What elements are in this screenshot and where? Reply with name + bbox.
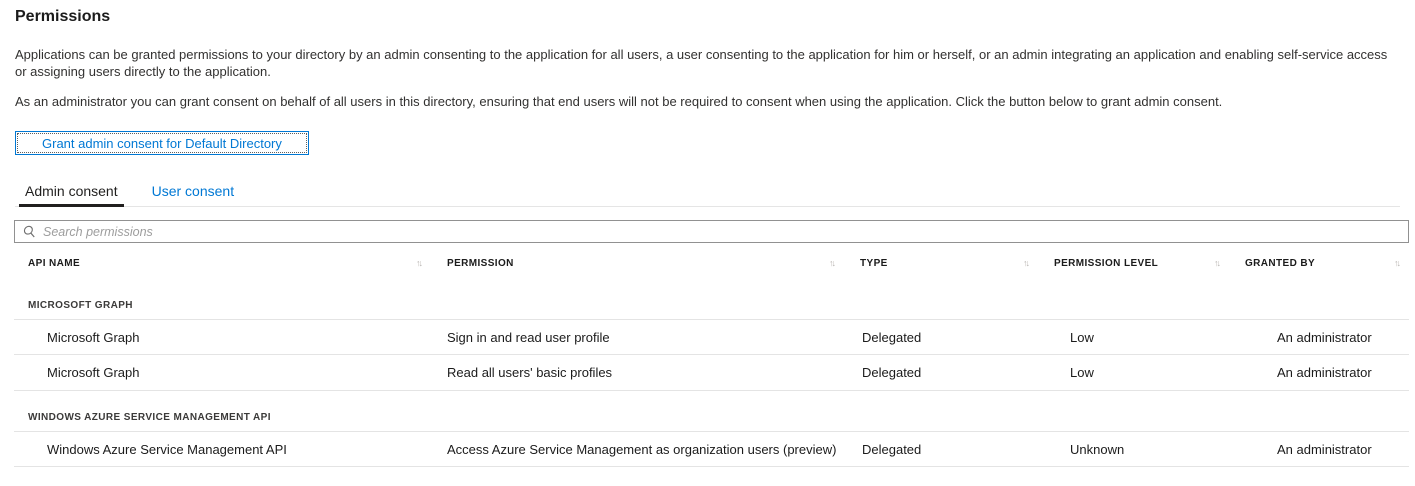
group-header-label: MICROSOFT GRAPH xyxy=(28,300,447,311)
cell-permission-level: Unknown xyxy=(1054,442,1245,457)
sort-icon: ↑↓ xyxy=(1214,259,1219,268)
column-header-label: GRANTED BY xyxy=(1245,258,1315,269)
permissions-blade: Permissions Applications can be granted … xyxy=(0,0,1415,207)
cell-type: Delegated xyxy=(860,442,1054,457)
column-header-label: PERMISSION LEVEL xyxy=(1054,258,1158,269)
group-header-label: WINDOWS AZURE SERVICE MANAGEMENT API xyxy=(28,412,1054,423)
sort-icon: ↑↓ xyxy=(1394,259,1399,268)
group-header-windows-azure-service-management-api: WINDOWS AZURE SERVICE MANAGEMENT API xyxy=(14,404,1409,431)
cell-type: Delegated xyxy=(860,330,1054,345)
description-paragraph-1: Applications can be granted permissions … xyxy=(15,46,1400,80)
cell-permission: Read all users' basic profiles xyxy=(447,365,860,380)
grant-admin-consent-button[interactable]: Grant admin consent for Default Director… xyxy=(15,131,309,155)
sort-icon: ↑↓ xyxy=(416,259,421,268)
table-row[interactable]: Microsoft Graph Read all users' basic pr… xyxy=(14,355,1409,391)
cell-permission-level: Low xyxy=(1054,365,1245,380)
search-icon xyxy=(23,225,36,238)
column-header-label: API NAME xyxy=(28,258,80,269)
tab-user-consent[interactable]: User consent xyxy=(146,180,240,206)
page-title: Permissions xyxy=(15,8,1400,26)
permissions-table-section: API NAME ↑↓ PERMISSION ↑↓ TYPE ↑↓ PERMIS… xyxy=(14,220,1409,467)
cell-type: Delegated xyxy=(860,365,1054,380)
column-header-api-name[interactable]: API NAME ↑↓ xyxy=(28,248,447,279)
sort-icon: ↑↓ xyxy=(829,259,834,268)
table-header-row: API NAME ↑↓ PERMISSION ↑↓ TYPE ↑↓ PERMIS… xyxy=(14,248,1409,279)
description-paragraph-2: As an administrator you can grant consen… xyxy=(15,93,1400,110)
table-row[interactable]: Microsoft Graph Sign in and read user pr… xyxy=(14,319,1409,355)
cell-granted-by: An administrator xyxy=(1245,442,1409,457)
column-header-label: PERMISSION xyxy=(447,258,514,269)
consent-tabs: Admin consent User consent xyxy=(15,180,1400,207)
tab-admin-consent[interactable]: Admin consent xyxy=(19,180,124,206)
sort-icon: ↑↓ xyxy=(1023,259,1028,268)
column-header-type[interactable]: TYPE ↑↓ xyxy=(860,248,1054,279)
cell-api-name: Microsoft Graph xyxy=(28,365,447,380)
table-row[interactable]: Windows Azure Service Management API Acc… xyxy=(14,431,1409,467)
column-header-permission[interactable]: PERMISSION ↑↓ xyxy=(447,248,860,279)
column-header-permission-level[interactable]: PERMISSION LEVEL ↑↓ xyxy=(1054,248,1245,279)
cell-api-name: Windows Azure Service Management API xyxy=(28,442,447,457)
cell-permission: Access Azure Service Management as organ… xyxy=(447,442,860,457)
column-header-granted-by[interactable]: GRANTED BY ↑↓ xyxy=(1245,248,1409,279)
cell-permission-level: Low xyxy=(1054,330,1245,345)
search-input[interactable] xyxy=(43,225,1400,239)
search-permissions-box[interactable] xyxy=(14,220,1409,243)
cell-permission: Sign in and read user profile xyxy=(447,330,860,345)
cell-api-name: Microsoft Graph xyxy=(28,330,447,345)
column-header-label: TYPE xyxy=(860,258,888,269)
group-header-microsoft-graph: MICROSOFT GRAPH xyxy=(14,292,1409,319)
cell-granted-by: An administrator xyxy=(1245,330,1409,345)
cell-granted-by: An administrator xyxy=(1245,365,1409,380)
